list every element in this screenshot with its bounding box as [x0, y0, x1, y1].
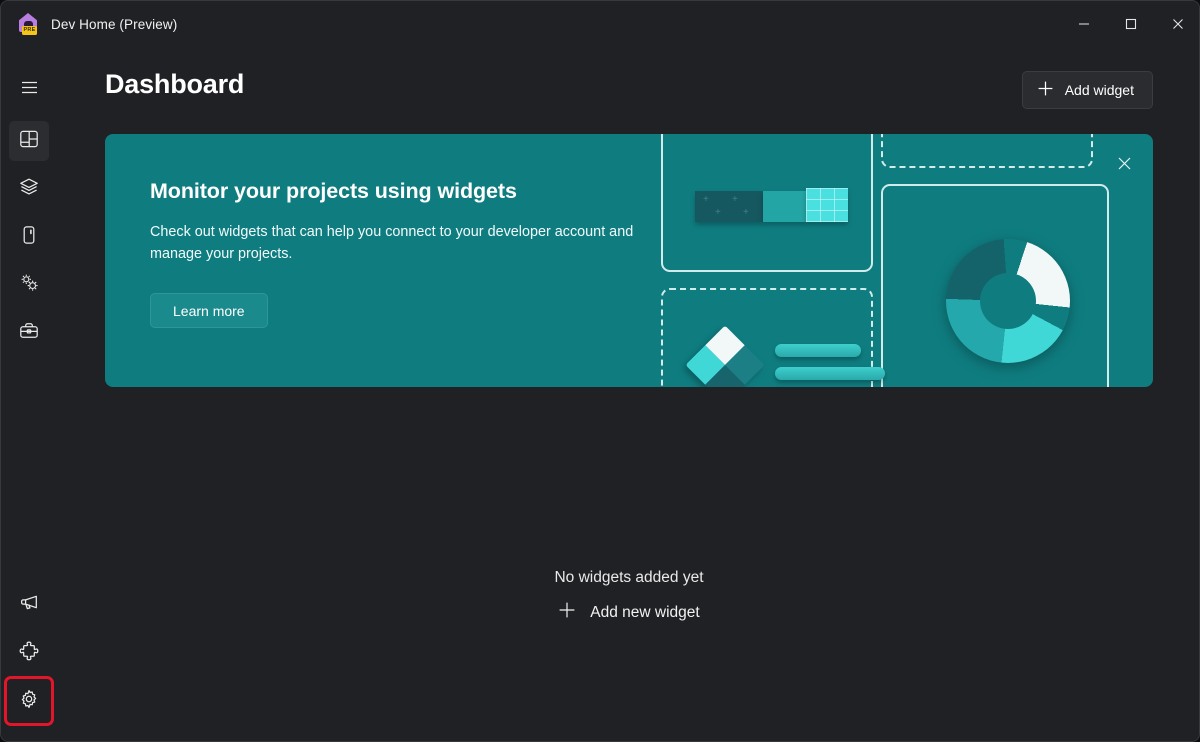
- empty-state: No widgets added yet Add new widget: [57, 569, 1199, 627]
- banner-close-icon[interactable]: [1109, 148, 1139, 178]
- sidebar-item-settings[interactable]: [4, 676, 54, 726]
- banner-illustration: + + + +: [653, 134, 1153, 387]
- sidebar-item-environments[interactable]: [9, 217, 49, 257]
- page-title: Dashboard: [105, 69, 245, 99]
- sidebar-item-feedback[interactable]: [9, 585, 49, 625]
- title-bar: PRE Dev Home (Preview): [1, 1, 1199, 47]
- sidebar-item-machine-configuration[interactable]: [9, 169, 49, 209]
- bar-illustration-long: [775, 367, 885, 380]
- logo-preview-badge: PRE: [22, 26, 37, 35]
- block-grid: [806, 188, 848, 222]
- learn-more-button[interactable]: Learn more: [150, 293, 268, 328]
- megaphone-icon: [19, 592, 40, 618]
- sidebar-item-toolbox[interactable]: [9, 313, 49, 353]
- plus-icon: [1037, 80, 1054, 100]
- add-new-widget-label: Add new widget: [590, 603, 700, 621]
- dev-home-house-logo-icon: PRE: [17, 13, 39, 35]
- add-new-widget-button[interactable]: Add new widget: [550, 598, 707, 627]
- block-medium: [763, 191, 806, 222]
- widget-card-top-right: [881, 134, 1093, 168]
- empty-state-title: No widgets added yet: [554, 569, 704, 586]
- banner-title: Monitor your projects using widgets: [150, 179, 517, 203]
- layers-stack-icon: [19, 177, 39, 202]
- window-title: Dev Home (Preview): [51, 16, 178, 32]
- plus-icon: [558, 601, 576, 624]
- navigation-sidebar: [1, 47, 57, 741]
- banner-description: Check out widgets that can help you conn…: [150, 224, 634, 262]
- dashboard-icon: [19, 129, 39, 154]
- close-icon[interactable]: [1154, 1, 1199, 47]
- page-header: Dashboard Add widget: [105, 69, 1153, 109]
- device-icon: [19, 225, 39, 250]
- gears-icon: [19, 272, 40, 298]
- sidebar-item-dashboard[interactable]: [9, 121, 49, 161]
- hamburger-menu-icon[interactable]: [9, 67, 49, 107]
- widgets-promo-banner: + + + + Monitor your projects using widg…: [105, 134, 1153, 387]
- sidebar-item-extensions[interactable]: [9, 633, 49, 673]
- puzzle-piece-icon: [19, 640, 39, 666]
- banner-text-block: Monitor your projects using widgets Chec…: [150, 179, 690, 328]
- dev-home-window: PRE Dev Home (Preview) Dashboard Add wid…: [0, 0, 1200, 742]
- minimize-icon[interactable]: [1060, 1, 1107, 47]
- window-controls: [1060, 1, 1199, 47]
- add-widget-label: Add widget: [1064, 82, 1134, 98]
- toolbox-icon: [19, 321, 39, 346]
- sidebar-item-utilities[interactable]: [9, 265, 49, 305]
- maximize-icon[interactable]: [1107, 1, 1154, 47]
- donut-chart-illustration: [946, 239, 1070, 363]
- add-widget-button[interactable]: Add widget: [1021, 71, 1153, 109]
- gear-icon: [19, 689, 39, 714]
- bar-illustration-short: [775, 344, 861, 357]
- main-content: Dashboard Add widget + + + + Monitor you…: [57, 47, 1199, 741]
- blocks-illustration: + + + +: [695, 191, 763, 222]
